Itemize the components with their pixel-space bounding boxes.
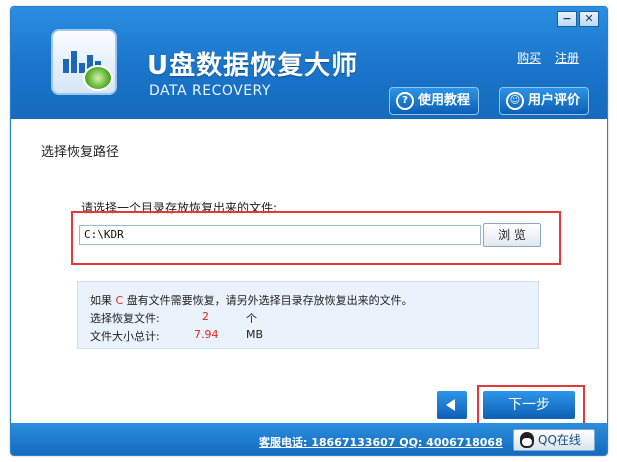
minimize-button[interactable]: − xyxy=(557,11,577,27)
main-content: 选择恢复路径 请选择一个目录存放恢复出来的文件: C:\KDR 浏 览 如果 C… xyxy=(11,119,607,427)
review-icon: ☺ xyxy=(506,92,524,110)
section-title: 选择恢复路径 xyxy=(41,145,120,160)
recovery-disk-icon xyxy=(83,65,113,91)
arrow-left-icon xyxy=(446,399,455,411)
selected-files-count: 2 xyxy=(202,310,209,323)
help-icon: ? xyxy=(396,92,414,110)
window-controls: − ✕ xyxy=(555,11,599,27)
tutorial-button[interactable]: ? 使用教程 xyxy=(389,87,480,115)
recovery-path-input[interactable]: C:\KDR xyxy=(79,225,481,245)
browse-button[interactable]: 浏 览 xyxy=(483,223,541,247)
qq-online-button[interactable]: QQ在线 xyxy=(513,429,595,451)
tutorial-label: 使用教程 xyxy=(418,93,471,108)
app-logo-icon xyxy=(51,29,117,95)
user-review-button[interactable]: ☺ 用户评价 xyxy=(499,87,590,115)
app-title: U盘数据恢复大师 xyxy=(147,51,359,81)
total-size-label: 文件大小总计: xyxy=(90,330,160,343)
qq-online-label: QQ在线 xyxy=(538,433,581,447)
footer-bar: 客服电话: 18667133607 QQ: 4006718068 QQ在线 xyxy=(11,423,607,455)
header-banner: − ✕ U盘数据恢复大师 DATA RECOVERY 购买 注册 ? 使用教程 … xyxy=(11,7,607,119)
contact-info[interactable]: 客服电话: 18667133607 QQ: 4006718068 xyxy=(259,434,503,450)
review-label: 用户评价 xyxy=(528,93,581,108)
register-link[interactable]: 注册 xyxy=(555,51,579,65)
total-size-value: 7.94 xyxy=(194,328,219,341)
info-box: 如果 C 盘有文件需要恢复，请另外选择目录存放恢复出来的文件。 选择恢复文件: … xyxy=(77,281,539,349)
total-size-unit: MB xyxy=(246,328,264,341)
selected-files-unit: 个 xyxy=(246,312,257,325)
top-links: 购买 注册 xyxy=(507,49,579,66)
info-suffix: 盘有文件需要恢复，请另外选择目录存放恢复出来的文件。 xyxy=(126,294,413,307)
back-button[interactable] xyxy=(437,391,467,419)
info-prefix: 如果 xyxy=(90,294,112,307)
app-window: − ✕ U盘数据恢复大师 DATA RECOVERY 购买 注册 ? 使用教程 … xyxy=(10,6,608,456)
selected-files-label: 选择恢复文件: xyxy=(90,312,160,325)
app-subtitle: DATA RECOVERY xyxy=(149,83,271,99)
close-button[interactable]: ✕ xyxy=(579,11,599,27)
qq-icon xyxy=(520,432,534,448)
buy-link[interactable]: 购买 xyxy=(517,51,541,65)
info-drive: C xyxy=(115,294,124,307)
next-button[interactable]: 下一步 xyxy=(483,391,575,419)
